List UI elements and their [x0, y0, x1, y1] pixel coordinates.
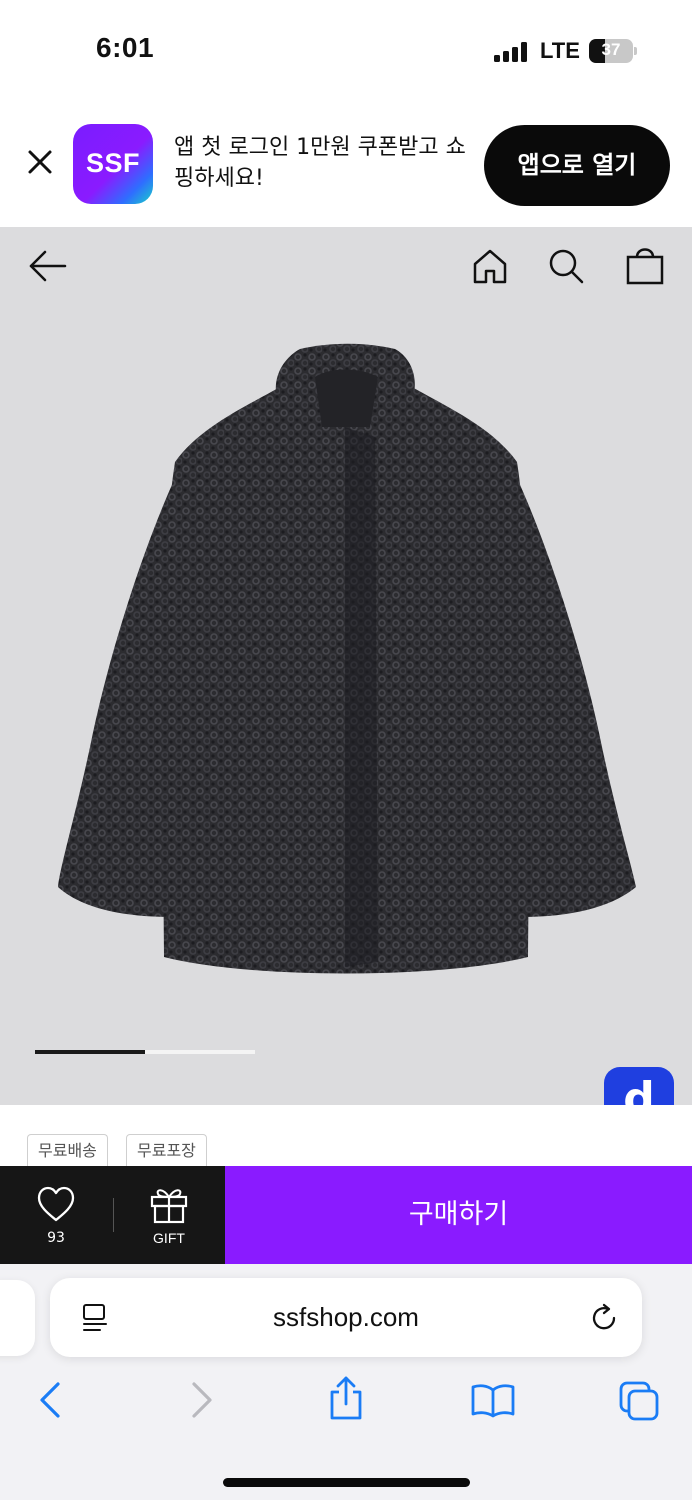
- battery-percent: 37: [601, 40, 621, 59]
- back-icon[interactable]: [36, 1380, 66, 1420]
- url-text[interactable]: ssfshop.com: [50, 1302, 642, 1333]
- close-icon[interactable]: [22, 144, 58, 180]
- cellular-signal-icon: [494, 42, 528, 62]
- open-in-app-button[interactable]: 앱으로 열기: [484, 125, 670, 206]
- floating-d-button[interactable]: d: [604, 1067, 674, 1105]
- free-wrapping-tag: 무료포장: [126, 1134, 207, 1166]
- share-icon[interactable]: [326, 1374, 366, 1422]
- like-count: 93: [47, 1230, 65, 1246]
- previous-tab-preview[interactable]: [0, 1280, 35, 1356]
- home-icon[interactable]: [471, 247, 509, 285]
- product-image: [58, 343, 636, 974]
- network-type: LTE: [540, 38, 580, 63]
- reload-icon[interactable]: [590, 1302, 620, 1334]
- divider: [113, 1198, 114, 1232]
- bookmarks-icon[interactable]: [470, 1382, 516, 1418]
- gift-label: GIFT: [153, 1230, 185, 1246]
- app-logo-text: SSF: [85, 148, 140, 178]
- free-shipping-tag: 무료배송: [27, 1134, 108, 1166]
- gift-icon: [150, 1189, 188, 1224]
- product-info: 무료배송 무료포장: [0, 1105, 692, 1166]
- gift-button[interactable]: GIFT: [132, 1184, 206, 1248]
- status-time: 6:01: [96, 32, 155, 63]
- image-pagination: [35, 1050, 255, 1054]
- back-arrow-icon[interactable]: [28, 249, 68, 283]
- tabs-icon[interactable]: [618, 1380, 660, 1422]
- home-indicator: [223, 1478, 470, 1487]
- address-bar[interactable]: ssfshop.com: [50, 1278, 642, 1357]
- status-bar: 6:01 LTE 37: [0, 0, 692, 100]
- battery-cap: [634, 47, 637, 55]
- purchase-bar-actions: 93 GIFT: [0, 1166, 225, 1264]
- banner-message: 앱 첫 로그인 1만원 쿠폰받고 쇼핑하세요!: [174, 135, 466, 191]
- image-pagination-progress: [35, 1050, 145, 1054]
- product-image-gallery[interactable]: d: [0, 227, 692, 1105]
- heart-icon: [37, 1186, 75, 1222]
- browser-toolbar: ssfshop.com: [0, 1264, 692, 1500]
- search-icon[interactable]: [547, 247, 585, 285]
- ssf-app-logo: SSF: [73, 124, 153, 204]
- purchase-bar: 93 GIFT 구매하기: [0, 1166, 692, 1264]
- buy-now-button[interactable]: 구매하기: [225, 1166, 692, 1264]
- like-button[interactable]: 93: [20, 1184, 92, 1248]
- floating-d-label: d: [623, 1073, 655, 1105]
- shopping-bag-icon[interactable]: [626, 243, 664, 285]
- forward-icon[interactable]: [186, 1380, 216, 1420]
- app-install-banner: SSF 앱 첫 로그인 1만원 쿠폰받고 쇼핑하세요! 앱으로 열기: [0, 100, 692, 227]
- battery-icon: 37: [589, 39, 633, 63]
